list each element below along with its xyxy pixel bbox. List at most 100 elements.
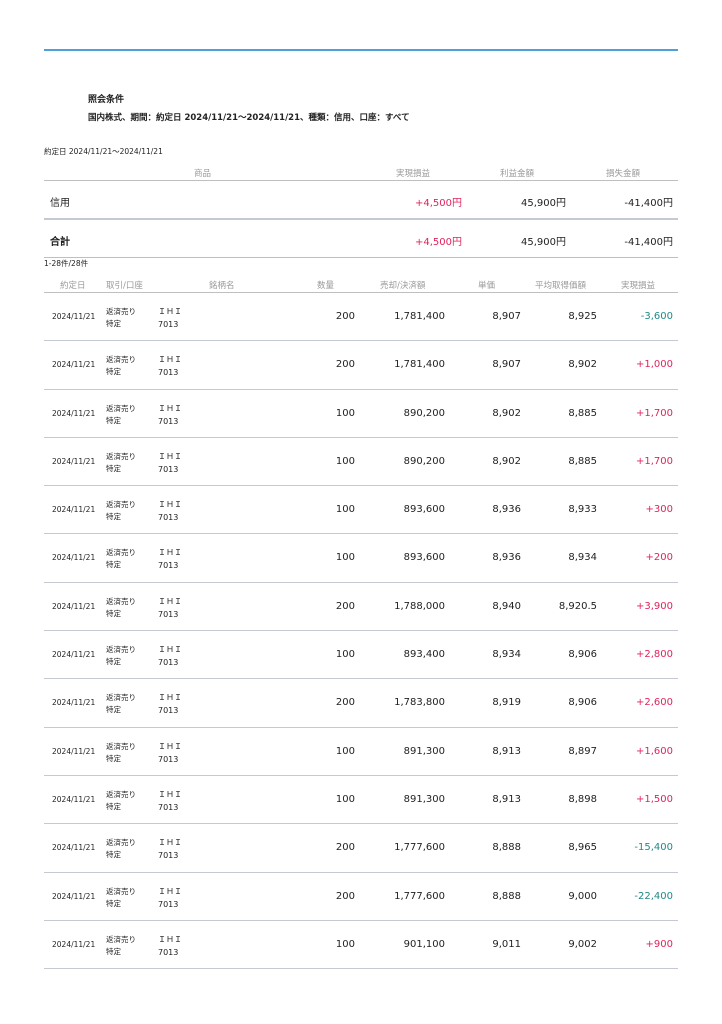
row-qty: 100 [335, 938, 355, 950]
row-stock-name[interactable]: ＩＨＩ [158, 691, 182, 704]
row-date: 2024/11/21 [52, 505, 96, 515]
row-trade: 返済売り [106, 355, 136, 365]
row-amount: 1,777,600 [394, 890, 445, 902]
row-stock: ＩＨＩ 7013 [158, 643, 182, 669]
row-account: 特定 [106, 946, 121, 956]
row-stock: ＩＨＩ 7013 [158, 546, 182, 572]
row-avg-cost: 8,965 [568, 842, 597, 854]
row-account: 特定 [106, 560, 121, 570]
row-stock: ＩＨＩ 7013 [158, 353, 182, 379]
row-amount: 1,781,400 [394, 311, 445, 322]
row-stock-name[interactable]: ＩＨＩ [158, 546, 182, 559]
summary-realized: +4,500円 [414, 237, 462, 248]
row-stock-code: 7013 [158, 947, 179, 957]
row-realized-pl: +1,500 [635, 793, 673, 805]
row-trade: 返済売り [106, 741, 136, 751]
header-pl: 実現損益 [621, 281, 656, 291]
row-account: 特定 [106, 512, 121, 522]
row-realized-pl: +300 [645, 504, 673, 516]
row-stock-name[interactable]: ＩＨＩ [158, 740, 182, 753]
summary-row-total: 合計 +4,500円 45,900円 -41,400円 [44, 220, 678, 258]
row-trade: 返済売り [106, 500, 136, 510]
row-trade-account: 返済売り 特定 [106, 306, 136, 330]
row-avg-cost: 9,000 [568, 890, 597, 902]
row-amount: 893,400 [403, 649, 445, 661]
row-amount: 1,777,600 [394, 842, 445, 854]
row-stock-code: 7013 [158, 609, 179, 619]
row-amount: 891,300 [403, 793, 445, 805]
row-stock: ＩＨＩ 7013 [158, 788, 182, 814]
row-qty: 100 [335, 504, 355, 516]
row-stock-code: 7013 [158, 561, 179, 571]
row-avg-cost: 8,933 [568, 504, 597, 516]
table-row: 2024/11/21 返済売り 特定 ＩＨＩ 7013 100 891,300 … [44, 728, 678, 776]
row-realized-pl: +2,600 [635, 697, 673, 709]
result-count: 1-28件/28件 [44, 259, 89, 268]
row-amount: 893,600 [403, 504, 445, 516]
row-stock-name[interactable]: ＩＨＩ [158, 933, 182, 946]
row-stock-name[interactable]: ＩＨＩ [158, 498, 182, 511]
row-price: 8,902 [492, 455, 521, 467]
row-stock-name[interactable]: ＩＨＩ [158, 643, 182, 656]
row-trade-account: 返済売り 特定 [106, 692, 136, 716]
row-stock: ＩＨＩ 7013 [158, 305, 182, 331]
summary-header-realized: 実現損益 [396, 169, 431, 179]
row-avg-cost: 8,897 [568, 745, 597, 757]
conditions-title: 照会条件 [88, 95, 125, 105]
row-avg-cost: 8,925 [568, 311, 597, 322]
header-name: 銘柄名 [209, 281, 235, 291]
row-realized-pl: +1,700 [635, 407, 673, 419]
row-stock-code: 7013 [158, 368, 179, 378]
row-qty: 200 [335, 697, 355, 709]
row-stock-name[interactable]: ＩＨＩ [158, 885, 182, 898]
table-row: 2024/11/21 返済売り 特定 ＩＨＩ 7013 100 893,600 … [44, 486, 678, 535]
row-stock-name[interactable]: ＩＨＩ [158, 353, 182, 366]
table-row: 2024/11/21 返済売り 特定 ＩＨＩ 7013 100 901,100 … [44, 921, 678, 970]
row-account: 特定 [106, 705, 121, 715]
row-stock-name[interactable]: ＩＨＩ [158, 450, 182, 463]
row-stock-code: 7013 [158, 802, 179, 812]
trade-table: 約定日 取引/口座 銘柄名 数量 売却/決済額 単価 平均取得価額 実現損益 2… [44, 276, 678, 970]
row-qty: 100 [335, 552, 355, 564]
row-stock-code: 7013 [158, 416, 179, 426]
query-conditions: 照会条件 国内株式、期間：約定日 2024/11/21〜2024/11/21、種… [88, 92, 410, 123]
header-avg: 平均取得価額 [535, 281, 587, 291]
row-stock-name[interactable]: ＩＨＩ [158, 402, 182, 415]
table-row: 2024/11/21 返済売り 特定 ＩＨＩ 7013 200 1,783,80… [44, 679, 678, 728]
summary-header: 商品 実現損益 利益金額 損失金額 [44, 164, 678, 181]
row-stock-code: 7013 [158, 899, 179, 909]
row-amount: 893,600 [403, 552, 445, 564]
row-date: 2024/11/21 [52, 408, 96, 418]
row-trade: 返済売り [106, 596, 136, 606]
row-avg-cost: 9,002 [568, 938, 597, 950]
row-account: 特定 [106, 898, 121, 908]
row-stock-name[interactable]: ＩＨＩ [158, 595, 182, 608]
table-row: 2024/11/21 返済売り 特定 ＩＨＩ 7013 200 1,781,40… [44, 293, 678, 342]
row-stock: ＩＨＩ 7013 [158, 595, 182, 621]
summary-row-margin: 信用 +4,500円 45,900円 -41,400円 [44, 181, 678, 220]
row-trade-account: 返済売り 特定 [106, 644, 136, 668]
conditions-text: 国内株式、期間：約定日 2024/11/21〜2024/11/21、種類：信用、… [88, 113, 410, 123]
row-stock: ＩＨＩ 7013 [158, 498, 182, 524]
row-trade-account: 返済売り 特定 [106, 451, 136, 475]
row-realized-pl: +1,600 [635, 745, 673, 757]
row-trade-account: 返済売り 特定 [106, 596, 136, 620]
row-trade-account: 返済売り 特定 [106, 499, 136, 523]
row-stock-name[interactable]: ＩＨＩ [158, 305, 182, 318]
row-price: 8,888 [492, 890, 521, 902]
summary-header-loss: 損失金額 [606, 169, 641, 179]
row-amount: 1,783,800 [394, 697, 445, 709]
table-row: 2024/11/21 返済売り 特定 ＩＨＩ 7013 200 1,788,00… [44, 583, 678, 632]
row-stock-name[interactable]: ＩＨＩ [158, 788, 182, 801]
row-avg-cost: 8,906 [568, 697, 597, 709]
row-account: 特定 [106, 657, 121, 667]
row-trade: 返済売り [106, 403, 136, 413]
row-realized-pl: +1,000 [635, 359, 673, 371]
row-stock: ＩＨＩ 7013 [158, 836, 182, 862]
row-price: 8,888 [492, 842, 521, 854]
row-qty: 200 [335, 359, 355, 371]
row-trade: 返済売り [106, 693, 136, 703]
row-stock-name[interactable]: ＩＨＩ [158, 836, 182, 849]
row-qty: 100 [335, 455, 355, 467]
row-date: 2024/11/21 [52, 312, 96, 321]
